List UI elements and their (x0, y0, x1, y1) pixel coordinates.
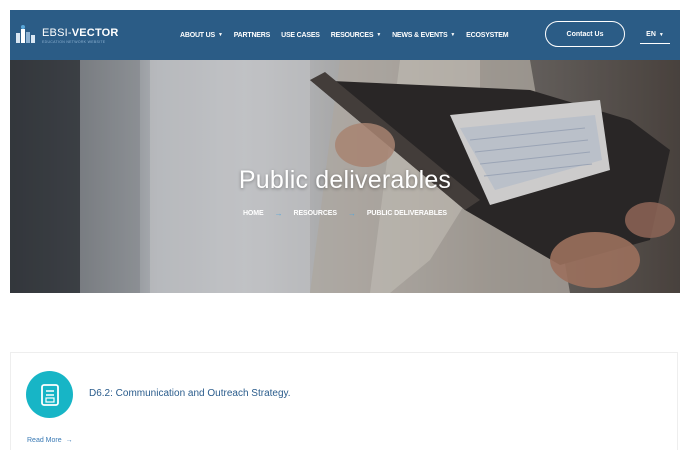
nav-item-label: PARTNERS (233, 31, 271, 39)
logo-text: EBSI-VECTOR EDUCATION NETWORK WEBSITE (42, 27, 119, 44)
site-logo[interactable]: EBSI-VECTOR EDUCATION NETWORK WEBSITE (14, 23, 164, 47)
arrow-right-icon: → (274, 209, 283, 218)
arrow-right-icon: → (65, 437, 73, 444)
language-label: EN (646, 31, 656, 38)
read-more-label: Read More (27, 437, 62, 444)
logo-prefix: EBSI- (42, 26, 72, 39)
breadcrumb: HOME → RESOURCES → PUBLIC DELIVERABLES (10, 209, 680, 218)
site-header: EBSI-VECTOR EDUCATION NETWORK WEBSITE AB… (10, 10, 680, 60)
logo-title: EBSI-VECTOR (42, 27, 119, 39)
page-title: Public deliverables (238, 166, 452, 194)
chevron-down-icon: ▼ (450, 32, 456, 38)
nav-item-partners[interactable]: PARTNERS (233, 31, 271, 39)
contact-us-button[interactable]: Contact Us (545, 21, 625, 47)
read-more-link[interactable]: Read More → (27, 437, 73, 444)
nav-item-label: RESOURCES (330, 31, 374, 39)
nav-item-label: ECOSYSTEM (466, 31, 509, 39)
chevron-down-icon: ▼ (217, 32, 223, 38)
nav-item-ecosystem[interactable]: ECOSYSTEM (466, 32, 508, 39)
breadcrumb-current: PUBLIC DELIVERABLES (366, 210, 448, 217)
hero-banner: Public deliverables HOME → RESOURCES → P… (10, 60, 680, 293)
nav-item-resources[interactable]: RESOURCES ▼ (331, 32, 381, 39)
logo-mark-icon (14, 23, 38, 47)
main-nav: ABOUT US ▼ PARTNERS USE CASES RESOURCES … (180, 32, 519, 39)
logo-tagline: EDUCATION NETWORK WEBSITE (42, 39, 106, 44)
nav-item-label: ABOUT US (180, 31, 215, 39)
nav-item-news-events[interactable]: NEWS & EVENTS ▼ (392, 32, 455, 39)
breadcrumb-resources[interactable]: RESOURCES (293, 210, 337, 217)
chevron-down-icon: ▼ (376, 32, 382, 38)
nav-item-label: USE CASES (281, 31, 320, 39)
document-icon (26, 371, 73, 418)
language-selector[interactable]: EN ▼ (640, 26, 670, 44)
chevron-down-icon: ▼ (658, 31, 664, 38)
logo-name: VECTOR (71, 26, 119, 39)
deliverable-title-link[interactable]: D6.2: Communication and Outreach Strateg… (89, 388, 291, 399)
arrow-right-icon: → (347, 209, 356, 218)
nav-item-about-us[interactable]: ABOUT US ▼ (180, 32, 223, 39)
nav-item-label: NEWS & EVENTS (392, 31, 448, 39)
deliverable-card: D6.2: Communication and Outreach Strateg… (10, 352, 678, 450)
breadcrumb-home[interactable]: HOME (243, 210, 264, 217)
nav-item-use-cases[interactable]: USE CASES (281, 32, 320, 39)
